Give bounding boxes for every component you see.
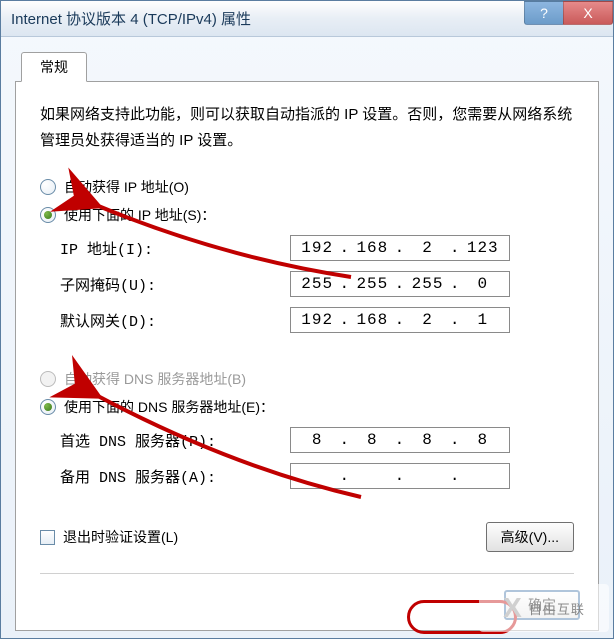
help-icon: ?: [540, 5, 548, 21]
radio-manual-dns-row: 使用下面的 DNS 服务器地址(E)：: [40, 397, 574, 417]
intro-text: 如果网络支持此功能，则可以获取自动指派的 IP 设置。否则，您需要从网络系统管理…: [40, 102, 574, 153]
radio-auto-ip-row: 自动获得 IP 地址(O): [40, 177, 574, 197]
dns-preferred-row: 首选 DNS 服务器(P): 8. 8. 8. 8: [60, 427, 574, 453]
radio-manual-ip-label: 使用下面的 IP 地址(S)：: [64, 205, 215, 225]
dns-preferred-input[interactable]: 8. 8. 8. 8: [290, 427, 510, 453]
gateway-label: 默认网关(D):: [60, 310, 290, 331]
subnet-mask-input[interactable]: 255. 255. 255. 0: [290, 271, 510, 297]
radio-auto-ip-label: 自动获得 IP 地址(O): [64, 177, 189, 197]
dns-alt-row: 备用 DNS 服务器(A): . . .: [60, 463, 574, 489]
dialog-window: Internet 协议版本 4 (TCP/IPv4) 属性 ? X 常规 如果网…: [0, 0, 614, 639]
radio-auto-ip[interactable]: [40, 179, 56, 195]
validate-row: 退出时验证设置(L): [40, 527, 178, 547]
help-button[interactable]: ?: [524, 1, 564, 25]
advanced-button[interactable]: 高级(V)...: [486, 522, 574, 552]
radio-manual-ip[interactable]: [40, 207, 56, 223]
validate-checkbox[interactable]: [40, 530, 55, 545]
ip-address-row: IP 地址(I): 192. 168. 2. 123: [60, 235, 574, 261]
dns-alt-label: 备用 DNS 服务器(A):: [60, 466, 290, 487]
subnet-mask-row: 子网掩码(U): 255. 255. 255. 0: [60, 271, 574, 297]
validate-label: 退出时验证设置(L): [63, 527, 178, 547]
ok-button[interactable]: 确定: [504, 590, 580, 620]
ip-address-label: IP 地址(I):: [60, 238, 290, 259]
titlebar[interactable]: Internet 协议版本 4 (TCP/IPv4) 属性 ? X: [1, 1, 613, 37]
dns-preferred-label: 首选 DNS 服务器(P):: [60, 430, 290, 451]
close-icon: X: [583, 5, 592, 21]
tab-panel-general: 如果网络支持此功能，则可以获取自动指派的 IP 设置。否则，您需要从网络系统管理…: [15, 81, 599, 631]
ip-address-input[interactable]: 192. 168. 2. 123: [290, 235, 510, 261]
subnet-mask-label: 子网掩码(U):: [60, 274, 290, 295]
radio-auto-dns-row: 自动获得 DNS 服务器地址(B): [40, 369, 574, 389]
close-button[interactable]: X: [563, 1, 613, 25]
radio-manual-ip-row: 使用下面的 IP 地址(S)：: [40, 205, 574, 225]
divider: [40, 573, 574, 574]
radio-manual-dns-label: 使用下面的 DNS 服务器地址(E)：: [64, 397, 274, 417]
dns-alt-input[interactable]: . . .: [290, 463, 510, 489]
tab-general[interactable]: 常规: [21, 52, 87, 82]
gateway-input[interactable]: 192. 168. 2. 1: [290, 307, 510, 333]
window-title: Internet 协议版本 4 (TCP/IPv4) 属性: [11, 8, 251, 29]
radio-auto-dns-label: 自动获得 DNS 服务器地址(B): [64, 369, 246, 389]
gateway-row: 默认网关(D): 192. 168. 2. 1: [60, 307, 574, 333]
tab-label: 常规: [40, 59, 68, 75]
radio-manual-dns[interactable]: [40, 399, 56, 415]
radio-auto-dns: [40, 371, 56, 387]
